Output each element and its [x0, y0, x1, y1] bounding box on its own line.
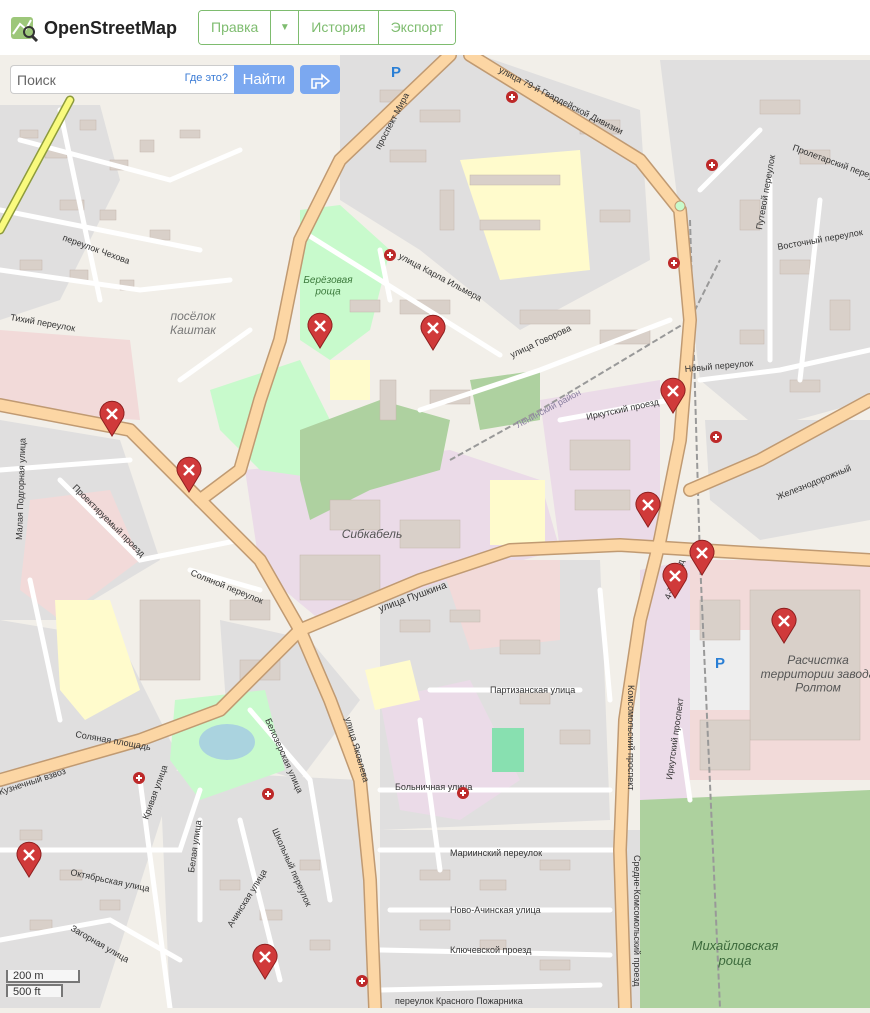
search-input[interactable]	[11, 66, 193, 93]
map-scale: 200 m 500 ft	[6, 970, 80, 998]
scale-imperial: 500 ft	[6, 984, 63, 998]
street-label: Ново-Ачинская улица	[450, 905, 541, 915]
site-title: OpenStreetMap	[44, 17, 178, 38]
street-label: Мариинский переулок	[450, 848, 542, 858]
top-header: OpenStreetMap Правка ▼ История Экспорт	[0, 0, 870, 55]
area-label-sibkabel: Сибкабель	[342, 527, 403, 541]
street-label: Ключевской проезд	[450, 945, 532, 955]
parking-symbol: P	[715, 655, 725, 672]
main-nav: Правка ▼ История Экспорт	[198, 10, 457, 45]
osm-logo-icon	[11, 17, 38, 42]
directions-icon	[311, 73, 331, 89]
search-box: Где это?	[10, 65, 234, 94]
area-label-kashtak: посёлок Каштак	[170, 309, 217, 337]
search-button[interactable]: Найти	[234, 65, 294, 94]
chevron-down-icon: ▼	[279, 22, 290, 33]
street-label: Средне-Комсомольский проезд	[632, 855, 642, 987]
search-bar: Где это? Найти	[0, 55, 870, 105]
edit-button[interactable]: Правка	[199, 11, 272, 44]
street-label: Комсомольский проспект	[626, 685, 636, 790]
export-button[interactable]: Экспорт	[378, 11, 456, 44]
street-label: Партизанская улица	[490, 685, 575, 695]
map-canvas[interactable]: Берёзовая роща посёлок Каштак Сибкабель Ра…	[0, 48, 870, 1013]
where-is-this-link[interactable]: Где это?	[185, 72, 228, 84]
site-logo[interactable]: OpenStreetMap	[10, 12, 177, 44]
directions-button[interactable]	[300, 65, 340, 94]
scale-metric: 200 m	[6, 970, 80, 983]
edit-dropdown-toggle[interactable]: ▼	[271, 11, 300, 44]
history-button[interactable]: История	[299, 11, 379, 44]
street-label: переулок Красного Пожарника	[395, 996, 523, 1006]
